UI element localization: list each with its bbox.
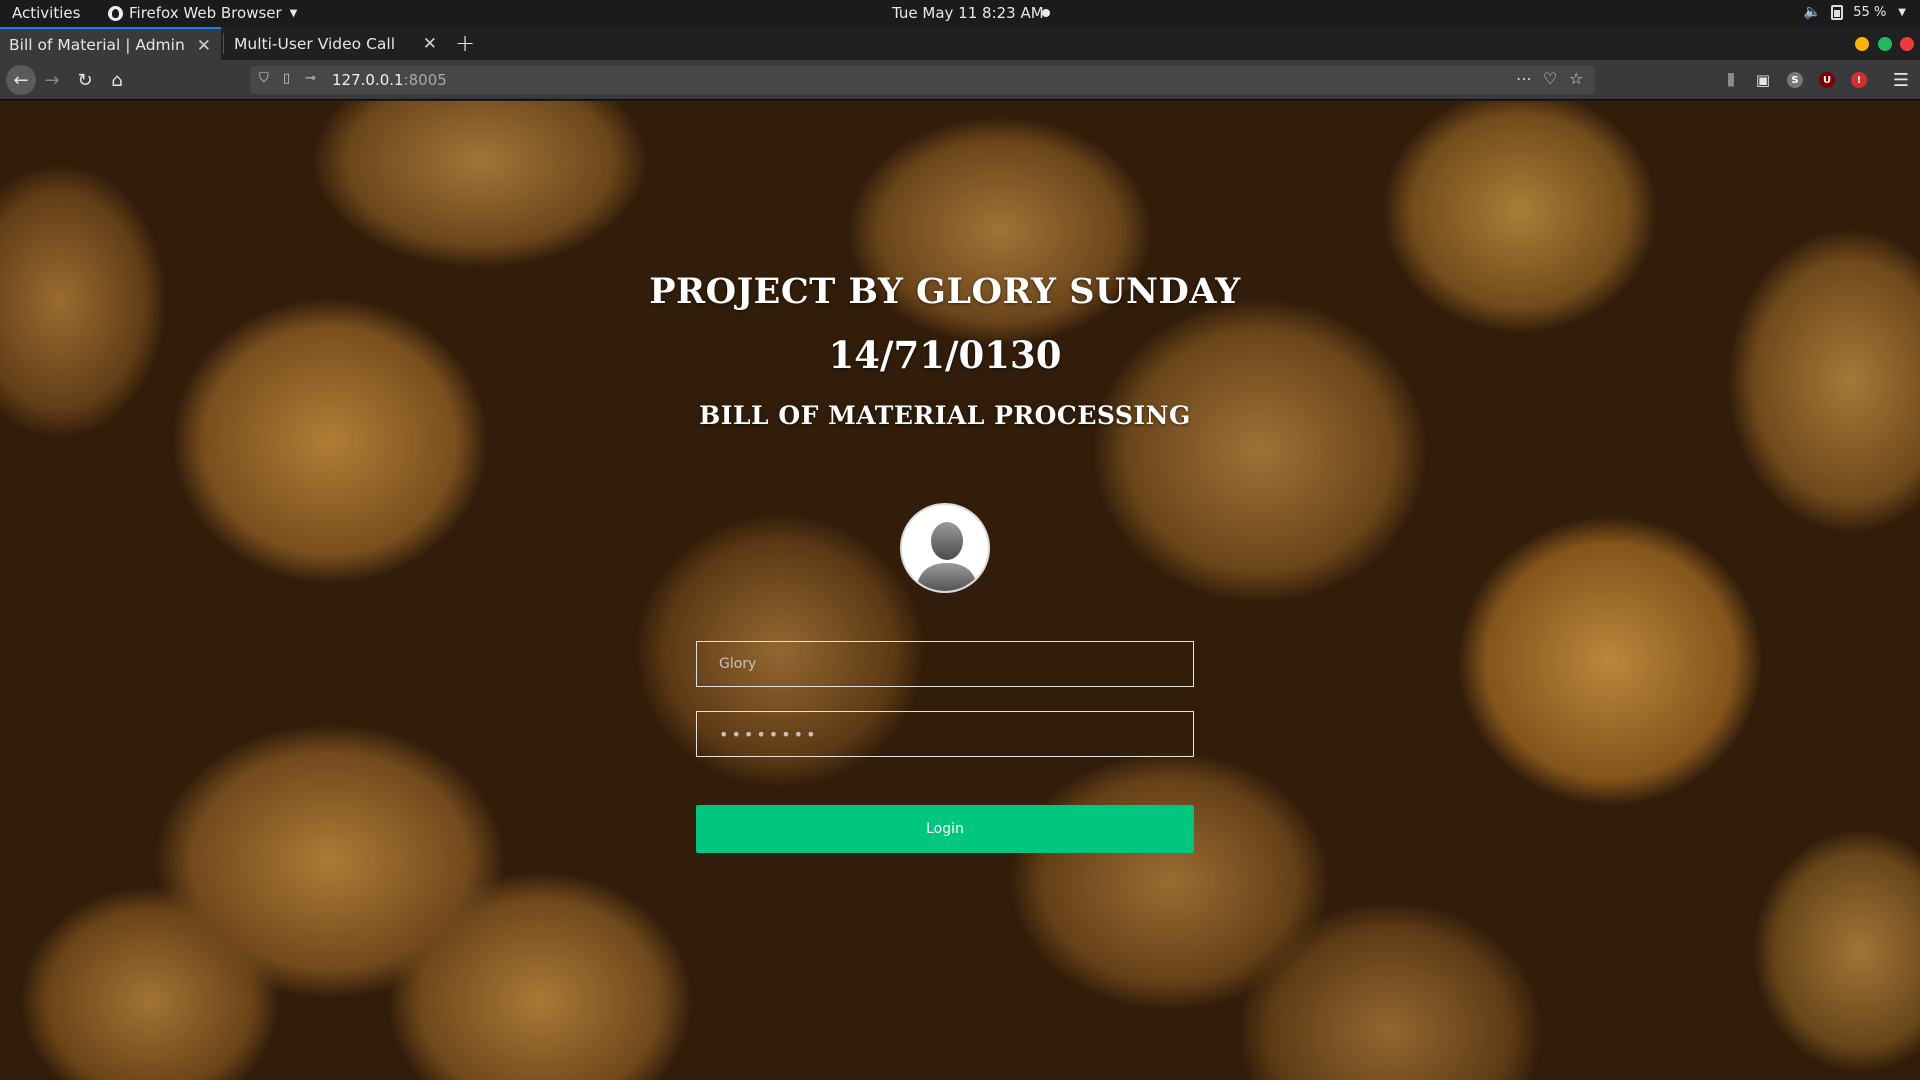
app-menu[interactable]: Firefox Web Browser ▼ bbox=[108, 4, 297, 22]
home-icon[interactable]: ⌂ bbox=[104, 67, 130, 93]
password-input[interactable] bbox=[696, 711, 1194, 757]
back-arrow-icon[interactable]: ← bbox=[6, 65, 36, 95]
page-title: PROJECT BY GLORY SUNDAY bbox=[649, 271, 1241, 312]
ublock-icon[interactable]: U bbox=[1819, 72, 1835, 88]
close-icon[interactable]: ✕ bbox=[197, 36, 211, 56]
walnut-background-image bbox=[0, 101, 1920, 1080]
forward-arrow-icon[interactable]: → bbox=[39, 67, 65, 93]
reload-icon[interactable]: ↻ bbox=[72, 67, 98, 93]
chevron-down-icon: ▼ bbox=[1898, 6, 1906, 18]
maximize-window-button[interactable] bbox=[1878, 37, 1892, 51]
tab-bill-of-material[interactable]: Bill of Material | Admin ✕ bbox=[0, 27, 221, 60]
tab-title: Bill of Material | Admin bbox=[9, 35, 185, 54]
close-window-button[interactable] bbox=[1900, 37, 1914, 51]
login-button[interactable]: Login bbox=[696, 805, 1194, 853]
url-text[interactable]: 127.0.0.1:8005 bbox=[332, 71, 447, 89]
chevron-down-icon: ▼ bbox=[289, 7, 298, 19]
more-icon[interactable]: ⋯ bbox=[1516, 69, 1532, 88]
app-menu-label: Firefox Web Browser bbox=[129, 4, 282, 22]
speaker-icon: 🔈 bbox=[1803, 4, 1822, 20]
notification-dot-icon bbox=[1042, 9, 1050, 17]
username-input[interactable] bbox=[696, 641, 1194, 687]
student-id: 14/71/0130 bbox=[828, 333, 1062, 377]
tab-video-call[interactable]: Multi-User Video Call ✕ bbox=[225, 27, 447, 60]
sidebar-icon[interactable]: ▣ bbox=[1752, 69, 1774, 91]
login-page: PROJECT BY GLORY SUNDAY 14/71/0130 BILL … bbox=[0, 101, 1920, 1080]
page-subtitle: BILL OF MATERIAL PROCESSING bbox=[699, 401, 1191, 430]
hamburger-menu-icon[interactable]: ☰ bbox=[1890, 69, 1912, 91]
pocket-icon[interactable]: ♡ bbox=[1543, 69, 1557, 88]
extension-icon[interactable]: ! bbox=[1851, 72, 1867, 88]
tab-strip: Bill of Material | Admin ✕ Multi-User Vi… bbox=[0, 27, 1920, 60]
system-top-bar: Activities Firefox Web Browser ▼ Tue May… bbox=[0, 0, 1920, 27]
system-tray[interactable]: 🔈 55 % ▼ bbox=[1804, 4, 1906, 20]
clock[interactable]: Tue May 11 8:23 AM bbox=[892, 4, 1044, 22]
battery-icon bbox=[1831, 4, 1844, 20]
battery-percent: 55 % bbox=[1853, 4, 1887, 20]
star-icon[interactable]: ☆ bbox=[1569, 69, 1583, 88]
tab-title: Multi-User Video Call bbox=[234, 34, 396, 53]
key-icon[interactable]: ⊸ bbox=[305, 71, 316, 86]
navigation-toolbar: ← → ↻ ⌂ ⛉ ▯ ⊸ 127.0.0.1:8005 ⋯ ♡ ☆ ⫼ ▣ S… bbox=[0, 60, 1920, 100]
page-icon[interactable]: ▯ bbox=[283, 71, 290, 86]
sync-icon[interactable]: S bbox=[1787, 72, 1803, 88]
shield-icon[interactable]: ⛉ bbox=[259, 71, 269, 86]
close-icon[interactable]: ✕ bbox=[423, 34, 437, 54]
user-avatar-icon bbox=[900, 503, 990, 593]
tab-divider bbox=[223, 33, 224, 54]
activities-button[interactable]: Activities bbox=[12, 4, 80, 22]
avatar-silhouette bbox=[916, 522, 978, 591]
address-bar[interactable]: ⛉ ▯ ⊸ 127.0.0.1:8005 ⋯ ♡ ☆ bbox=[250, 66, 1595, 94]
library-icon[interactable]: ⫼ bbox=[1720, 69, 1742, 91]
minimize-window-button[interactable] bbox=[1855, 37, 1869, 51]
firefox-icon bbox=[108, 5, 123, 21]
new-tab-button[interactable]: + bbox=[455, 29, 475, 57]
